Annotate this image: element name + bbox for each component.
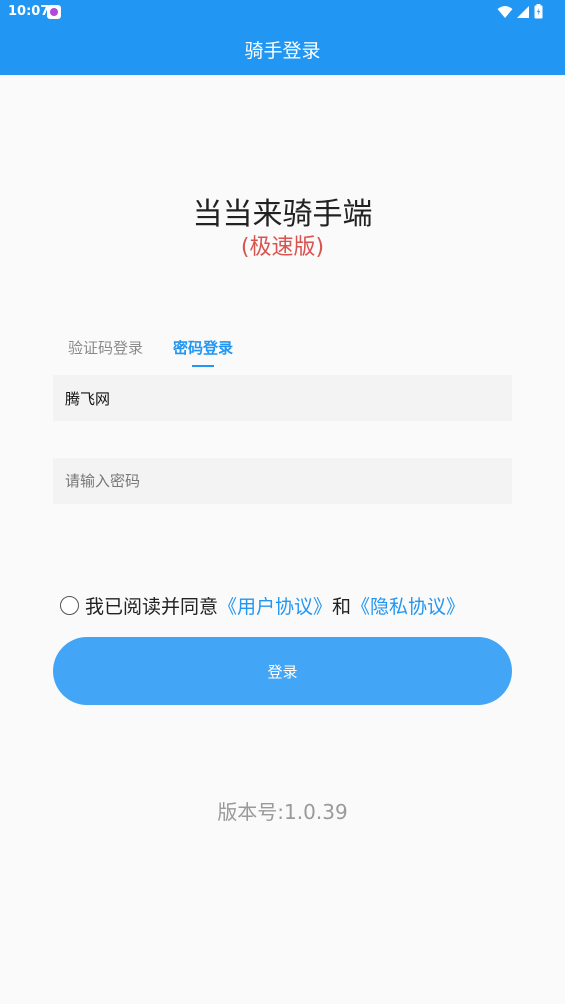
- wifi-icon: [497, 5, 513, 18]
- agreement-checkbox[interactable]: [60, 596, 79, 615]
- app-name: 当当来骑手端: [192, 197, 373, 232]
- user-agreement-link[interactable]: 《用户协议》: [218, 592, 332, 619]
- status-time: 10:07: [8, 4, 50, 19]
- status-bar: 10:07: [0, 0, 565, 24]
- tab-password-login[interactable]: 密码登录: [173, 337, 233, 358]
- privacy-policy-link[interactable]: 《隐私协议》: [351, 592, 465, 619]
- agreement-and: 和: [332, 596, 352, 618]
- tab-sms-login[interactable]: 验证码登录: [68, 337, 143, 358]
- username-input[interactable]: [53, 375, 512, 421]
- password-input[interactable]: [53, 458, 512, 504]
- app-header: 10:07 骑手登录: [0, 0, 565, 75]
- app-notification-icon: [47, 5, 61, 19]
- agreement-row: 我已阅读并同意 《用户协议》 和 《隐私协议》: [60, 592, 465, 619]
- page-title: 骑手登录: [244, 40, 321, 62]
- login-button[interactable]: 登录: [53, 637, 512, 705]
- signal-icon: [517, 5, 529, 18]
- status-icons: [497, 4, 543, 19]
- agreement-text: 我已阅读并同意: [85, 596, 219, 618]
- version-label: 版本号:1.0.39: [217, 800, 348, 824]
- app-subtitle: (极速版): [240, 235, 325, 260]
- battery-icon: [534, 4, 543, 19]
- active-tab-indicator: [192, 365, 214, 367]
